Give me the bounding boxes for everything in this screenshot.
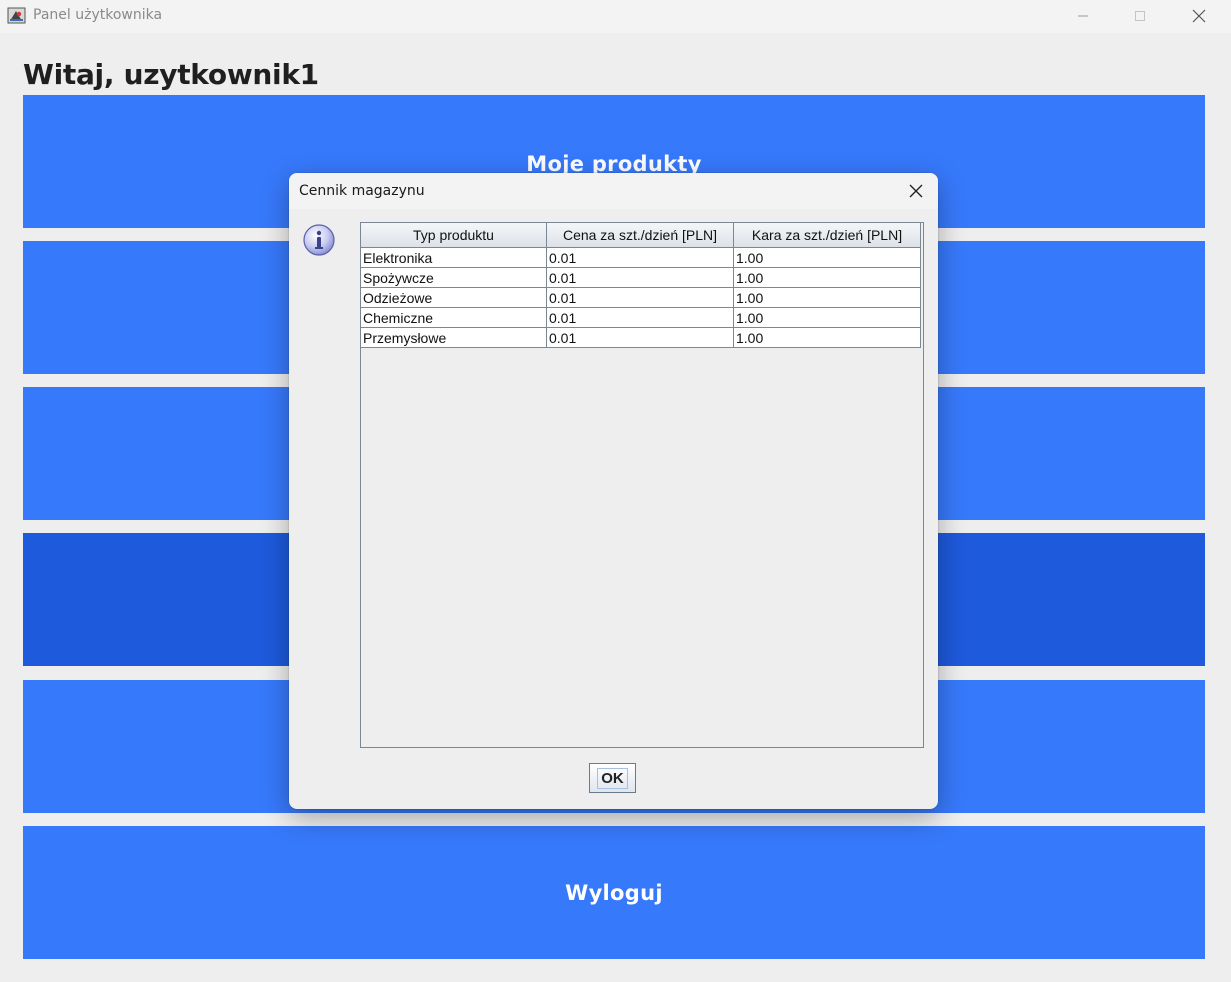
table-cell[interactable]: Spożywcze	[361, 267, 547, 288]
close-icon	[1192, 9, 1206, 23]
table-row[interactable]: Elektronika 0.01 1.00	[361, 247, 921, 268]
price-list-dialog: Cennik magazynu Typ produktu Cena za szt…	[289, 173, 938, 809]
table-cell[interactable]: 0.01	[546, 267, 734, 288]
maximize-icon	[1135, 11, 1145, 21]
table-row[interactable]: Przemysłowe 0.01 1.00	[361, 327, 921, 348]
close-icon	[909, 184, 923, 198]
table-cell[interactable]: Przemysłowe	[361, 327, 547, 348]
my-products-label: Moje produkty	[526, 151, 702, 176]
price-table: Typ produktu Cena za szt./dzień [PLN] Ka…	[361, 223, 921, 348]
table-cell[interactable]: 0.01	[546, 287, 734, 308]
table-cell[interactable]: 1.00	[733, 327, 921, 348]
table-cell[interactable]: 0.01	[546, 327, 734, 348]
window-titlebar: Panel użytkownika	[0, 0, 1231, 33]
minimize-icon	[1078, 15, 1088, 17]
table-cell[interactable]: 1.00	[733, 307, 921, 328]
info-icon	[302, 223, 336, 257]
table-cell[interactable]: 1.00	[733, 287, 921, 308]
welcome-heading: Witaj, uzytkownik1	[23, 58, 319, 91]
table-row[interactable]: Spożywcze 0.01 1.00	[361, 267, 921, 288]
table-row[interactable]: Odzieżowe 0.01 1.00	[361, 287, 921, 308]
table-cell[interactable]: Odzieżowe	[361, 287, 547, 308]
dialog-titlebar: Cennik magazynu	[289, 173, 938, 209]
table-cell[interactable]: 0.01	[546, 247, 734, 268]
app-icon	[7, 6, 26, 25]
dialog-close-button[interactable]	[901, 178, 931, 204]
table-cell[interactable]: 1.00	[733, 267, 921, 288]
maximize-button[interactable]	[1117, 0, 1163, 32]
ok-button[interactable]: OK	[589, 763, 636, 793]
column-header-price[interactable]: Cena za szt./dzień [PLN]	[546, 223, 734, 248]
window-title: Panel użytkownika	[33, 7, 163, 23]
logout-button[interactable]: Wyloguj	[23, 826, 1205, 959]
table-header-row: Typ produktu Cena za szt./dzień [PLN] Ka…	[361, 223, 921, 248]
table-cell[interactable]: 1.00	[733, 247, 921, 268]
logout-label: Wyloguj	[565, 880, 663, 905]
price-table-scrollpane[interactable]: Typ produktu Cena za szt./dzień [PLN] Ka…	[360, 222, 924, 748]
table-cell[interactable]: Elektronika	[361, 247, 547, 268]
dialog-title: Cennik magazynu	[299, 183, 425, 199]
ok-label: OK	[597, 767, 628, 789]
minimize-button[interactable]	[1060, 0, 1106, 32]
table-cell[interactable]: Chemiczne	[361, 307, 547, 328]
window-close-button[interactable]	[1176, 0, 1222, 32]
column-header-product-type[interactable]: Typ produktu	[361, 223, 547, 248]
table-row[interactable]: Chemiczne 0.01 1.00	[361, 307, 921, 328]
table-cell[interactable]: 0.01	[546, 307, 734, 328]
column-header-penalty[interactable]: Kara za szt./dzień [PLN]	[733, 223, 921, 248]
